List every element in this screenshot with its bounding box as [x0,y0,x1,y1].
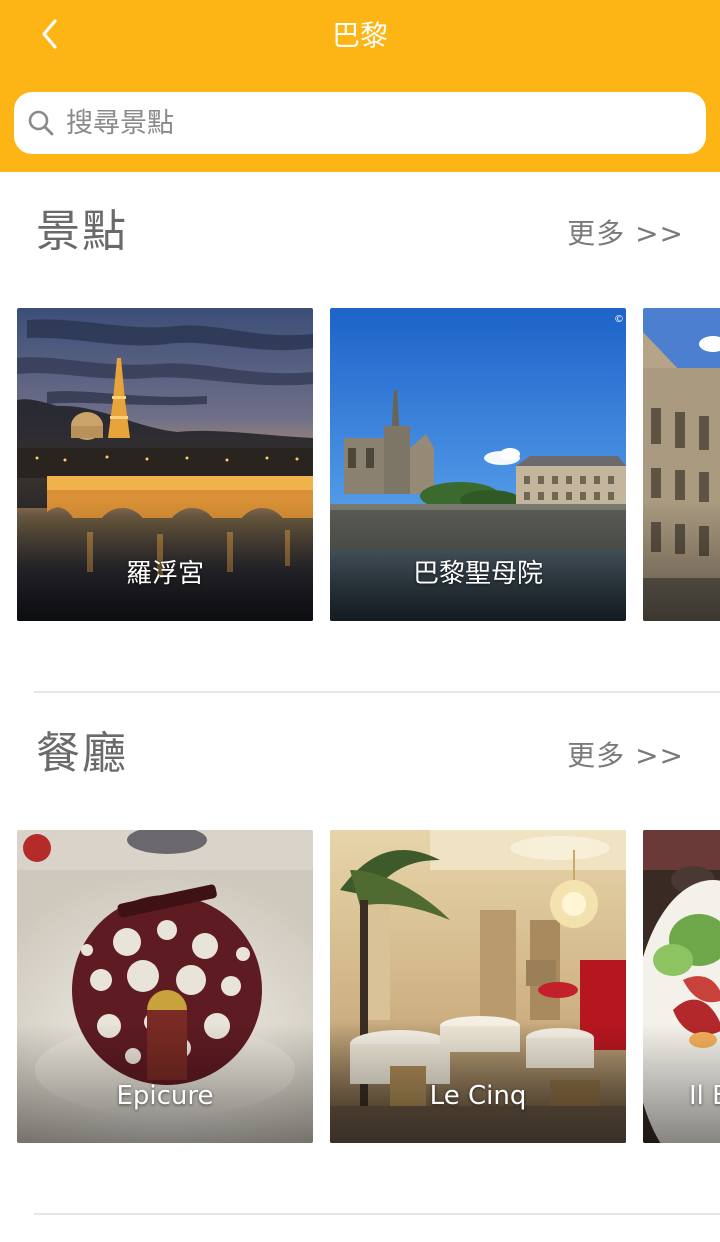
restaurant-card-label: Epicure [116,1081,214,1111]
top-bar: 巴黎 [0,0,720,172]
restaurant-card[interactable]: Il E [643,830,720,1143]
attraction-card[interactable] [643,308,720,621]
section-divider [34,691,720,693]
restaurant-card-label: Le Cinq [429,1081,527,1111]
restaurants-section: 餐廳 更多 >> Epicure Le Cinq Il [0,726,720,1146]
attractions-section: 景點 更多 >> 羅浮宮 © 巴黎聖母院 [0,204,720,624]
section-title-restaurants: 餐廳 [36,728,128,779]
card-shade [643,501,720,621]
more-restaurants-link[interactable]: 更多 >> [567,736,684,776]
restaurant-card[interactable]: Epicure [17,830,313,1143]
attractions-carousel[interactable]: 羅浮宮 © 巴黎聖母院 [0,308,720,621]
section-title-attractions: 景點 [36,206,128,257]
attraction-card[interactable]: © 巴黎聖母院 [330,308,626,621]
search-bar[interactable] [14,92,706,154]
search-icon [26,108,56,138]
restaurant-card[interactable]: Le Cinq [330,830,626,1143]
svg-text:©: © [614,314,624,325]
restaurants-carousel[interactable]: Epicure Le Cinq Il [0,830,720,1143]
attraction-card[interactable]: 羅浮宮 [17,308,313,621]
section-divider [34,1213,720,1215]
search-input[interactable] [66,107,666,139]
page-title: 巴黎 [331,19,388,52]
restaurant-card-label: Il E [689,1081,720,1111]
attraction-card-label: 羅浮宮 [125,559,204,589]
attraction-card-label: 巴黎聖母院 [412,559,543,589]
more-attractions-link[interactable]: 更多 >> [567,214,684,254]
